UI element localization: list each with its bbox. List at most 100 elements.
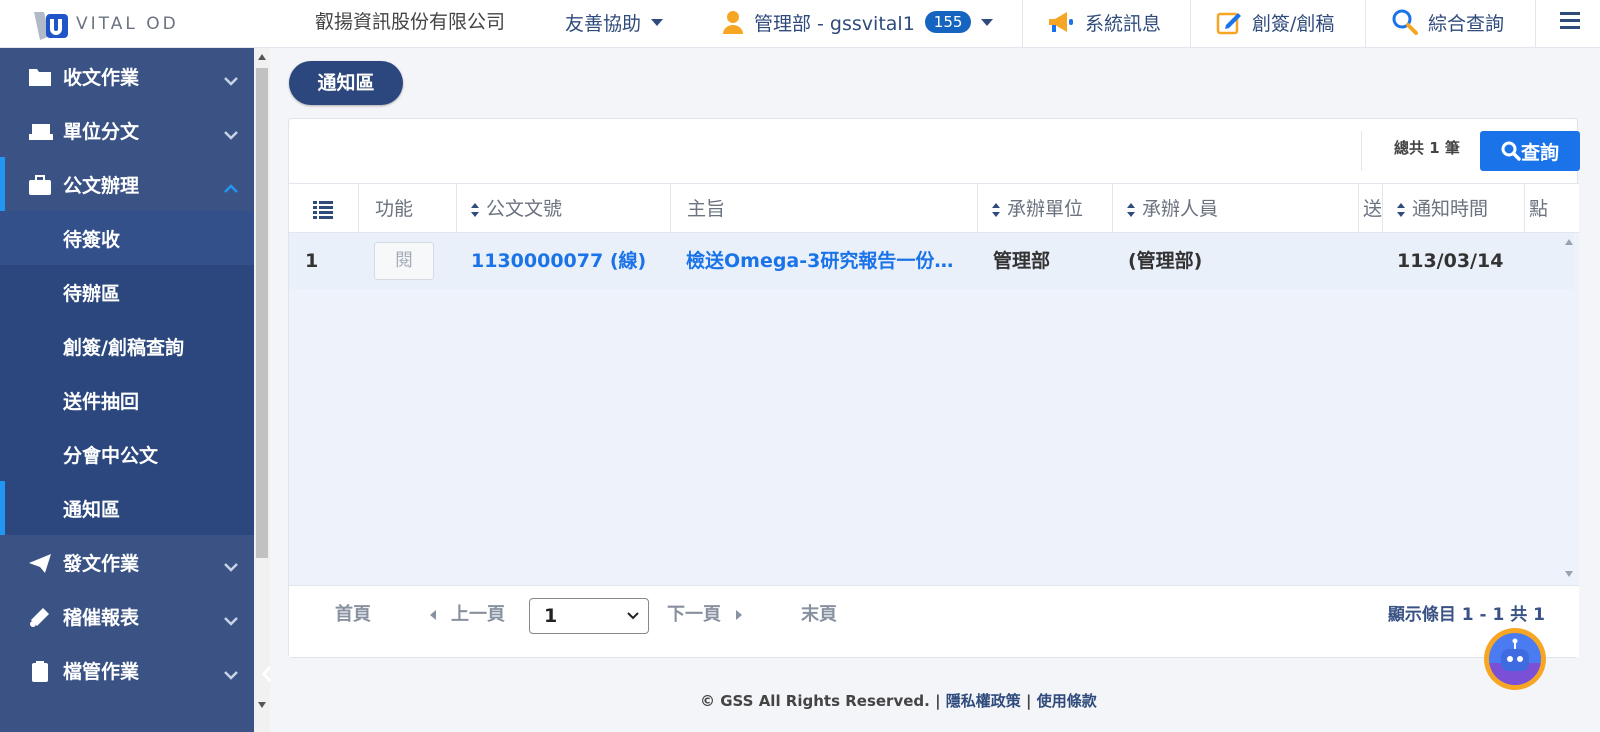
sidebar-item-reports[interactable]: 稽催報表 <box>0 589 254 643</box>
sidebar-item-document-handling[interactable]: 公文辦理 <box>0 157 254 211</box>
system-messages-button[interactable]: 系統訊息 <box>1047 0 1161 44</box>
sidebar-scrollbar[interactable] <box>254 48 270 732</box>
sidebar-item-label: 送件抽回 <box>63 391 140 413</box>
global-search-button[interactable]: 綜合查詢 <box>1392 0 1504 44</box>
sidebar-item-label: 單位分文 <box>63 121 140 143</box>
sidebar-item-label: 公文辦理 <box>63 175 140 197</box>
sidebar-scroll-thumb[interactable] <box>256 68 268 558</box>
sidebar-item-label: 檔管作業 <box>63 661 140 683</box>
sidebar-item-draft-query[interactable]: 創簽/創稿查詢 <box>0 319 254 373</box>
caret-right-icon <box>736 610 742 620</box>
sidebar-item-label: 創簽/創稿查詢 <box>63 337 184 359</box>
company-name: 叡揚資訊股份有限公司 <box>315 11 506 33</box>
unit-cell: 管理部 <box>993 250 1051 272</box>
sidebar-item-todo[interactable]: 待辦區 <box>0 265 254 319</box>
column-settings-header[interactable] <box>289 184 359 234</box>
terms-link[interactable]: 使用條款 <box>1037 692 1097 710</box>
system-messages-label: 系統訊息 <box>1085 12 1162 35</box>
chevron-down-icon <box>223 555 239 577</box>
read-button[interactable]: 閱 <box>374 242 434 280</box>
sidebar-item-unit-dispatch[interactable]: 單位分文 <box>0 103 254 157</box>
column-header-unit[interactable]: 承辦單位 <box>978 184 1113 234</box>
robot-icon <box>1489 633 1541 685</box>
app-logo[interactable]: VITAL OD <box>30 4 179 44</box>
table-row[interactable]: 1 閱 1130000077 (線) 檢送Omega-3研究報告一份… 管理部 … <box>289 233 1574 289</box>
next-page-label: 下一頁 <box>667 604 721 625</box>
subject-link[interactable]: 檢送Omega-3研究報告一份… <box>686 233 962 289</box>
user-icon <box>722 10 744 34</box>
search-icon <box>1392 9 1418 35</box>
sidebar-item-archive[interactable]: 檔管作業 <box>0 643 254 697</box>
notification-badge: 155 <box>924 11 972 33</box>
caret-down-icon <box>981 18 994 26</box>
sidebar-item-in-meeting[interactable]: 分會中公文 <box>0 427 254 481</box>
divider <box>1365 0 1366 48</box>
bullhorn-icon <box>28 606 52 628</box>
user-menu[interactable]: 管理部 - gssvital1 155 <box>722 0 994 44</box>
sidebar-item-notification-area[interactable]: 通知區 <box>0 481 254 535</box>
chatbot-button[interactable] <box>1484 628 1546 690</box>
next-page-button[interactable]: 下一頁 <box>667 586 743 644</box>
divider <box>1535 0 1536 48</box>
create-draft-button[interactable]: 創簽/創稿 <box>1216 0 1334 44</box>
first-page-button[interactable]: 首頁 <box>335 586 371 644</box>
paper-plane-icon <box>28 552 52 574</box>
global-search-label: 綜合查詢 <box>1428 12 1505 35</box>
scroll-up-arrow-icon[interactable] <box>258 54 266 60</box>
sidebar-item-label: 通知區 <box>63 499 121 521</box>
sort-icon <box>992 202 1001 217</box>
header-label: 送 <box>1363 198 1383 220</box>
row-index: 1 <box>305 250 319 272</box>
sort-icon <box>1127 202 1136 217</box>
accessibility-label: 友善協助 <box>565 12 642 35</box>
column-header-doc-no[interactable]: 公文文號 <box>457 184 671 234</box>
sidebar-item-label: 發文作業 <box>63 553 140 575</box>
header-label: 公文文號 <box>486 198 563 220</box>
prev-page-label: 上一頁 <box>451 604 505 625</box>
column-header-sent: 送 <box>1359 184 1383 234</box>
sidebar-item-pending-sign[interactable]: 待簽收 <box>0 211 254 265</box>
sidebar: 收文作業 單位分文 公文辦理 待簽收 待辦區 創簽/創稿查詢 送件抽回 分會中公… <box>0 48 254 732</box>
caret-down-icon <box>651 18 664 26</box>
scroll-down-arrow-icon[interactable] <box>1565 571 1573 577</box>
folder-icon <box>28 66 52 88</box>
header-label: 承辦單位 <box>1007 198 1084 220</box>
table-scrollbar[interactable] <box>1561 233 1577 585</box>
chevron-down-icon <box>223 69 239 91</box>
column-header-person[interactable]: 承辦人員 <box>1113 184 1359 234</box>
doc-number-link[interactable]: 1130000077 (線) <box>471 233 671 289</box>
hamburger-icon <box>1560 11 1580 34</box>
query-button[interactable]: 查詢 <box>1480 131 1580 171</box>
sidebar-item-receive[interactable]: 收文作業 <box>0 49 254 103</box>
megaphone-icon <box>1047 10 1075 34</box>
last-page-button[interactable]: 末頁 <box>801 586 837 644</box>
sidebar-item-recall[interactable]: 送件抽回 <box>0 373 254 427</box>
logo-text: VITAL OD <box>76 14 179 34</box>
column-header-subject: 主旨 <box>671 184 978 234</box>
active-indicator <box>0 481 5 535</box>
sidebar-item-label: 稽催報表 <box>63 607 140 629</box>
total-count: 總共 1 筆 <box>1394 139 1460 157</box>
chevron-down-icon <box>223 609 239 631</box>
header-label: 通知時間 <box>1412 198 1489 220</box>
table-body: 1 閱 1130000077 (線) 檢送Omega-3研究報告一份… 管理部 … <box>289 233 1579 585</box>
page-select[interactable]: 1 <box>529 598 649 634</box>
main-menu-button[interactable] <box>1560 0 1580 44</box>
list-icon <box>313 201 333 219</box>
clipboard-icon <box>28 660 52 682</box>
sort-icon <box>471 202 480 217</box>
sidebar-item-label: 待辦區 <box>63 283 121 305</box>
collapse-sidebar-icon[interactable] <box>262 665 272 683</box>
chevron-down-icon <box>223 663 239 685</box>
page-select-value: 1 <box>544 605 558 627</box>
accessibility-menu[interactable]: 友善協助 <box>565 0 664 44</box>
sidebar-item-dispatch[interactable]: 發文作業 <box>0 535 254 589</box>
chevron-up-icon <box>223 177 239 199</box>
scroll-down-arrow-icon[interactable] <box>258 702 266 708</box>
active-indicator <box>0 157 5 211</box>
prev-page-button[interactable]: 上一頁 <box>429 586 505 644</box>
column-header-notify-time[interactable]: 通知時間 <box>1383 184 1525 234</box>
footer: © GSS All Rights Reserved. | 隱私權政策 | 使用條… <box>700 690 1200 711</box>
scroll-up-arrow-icon[interactable] <box>1565 239 1573 245</box>
privacy-link[interactable]: 隱私權政策 <box>946 692 1021 710</box>
